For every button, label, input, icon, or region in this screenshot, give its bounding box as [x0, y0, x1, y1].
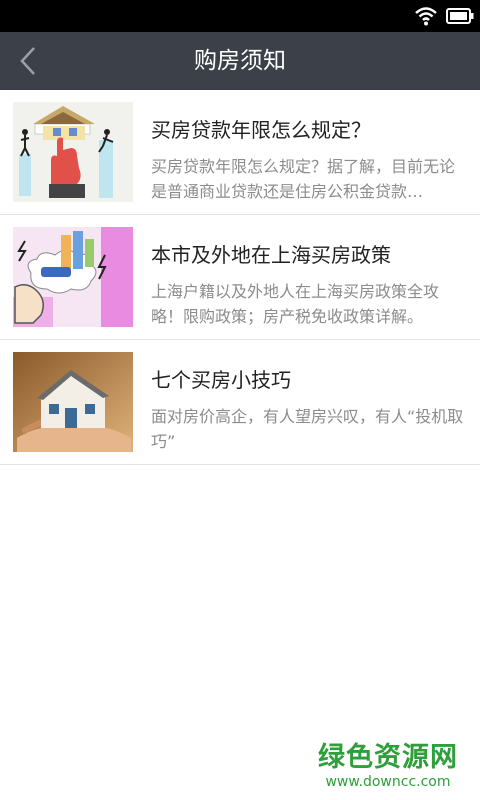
article-item-buying-tips[interactable]: 七个买房小技巧 面对房价高企，有人望房兴叹，有人“投机取巧” [0, 340, 480, 465]
article-title: 七个买房小技巧 [151, 368, 291, 392]
article-list: 买房贷款年限怎么规定？ 买房贷款年限怎么规定？据了解，目前无论是普通商业贷款还是… [0, 90, 480, 465]
watermark: 绿色资源网 www.downcc.com [318, 735, 458, 790]
article-description: 上海户籍以及外地人在上海买房政策全攻略！限购政策；房产税免收政策详解。 [151, 282, 440, 326]
article-title: 本市及外地在上海买房政策 [151, 243, 391, 267]
property-policy-image [13, 227, 133, 327]
page-title: 购房须知 [194, 48, 286, 74]
house-in-hands-image [13, 352, 133, 452]
article-description: 面对房价高企，有人望房兴叹，有人“投机取巧” [151, 407, 464, 451]
status-bar [0, 0, 480, 32]
watermark-url: www.downcc.com [325, 774, 451, 790]
article-item-shanghai-policy[interactable]: 本市及外地在上海买房政策 上海户籍以及外地人在上海买房政策全攻略！限购政策；房产… [0, 215, 480, 340]
article-item-loan-years[interactable]: 买房贷款年限怎么规定？ 买房贷款年限怎么规定？据了解，目前无论是普通商业贷款还是… [0, 90, 480, 215]
watermark-title: 绿色资源网 [318, 742, 458, 773]
title-bar: 购房须知 [0, 32, 480, 90]
battery-icon [446, 8, 474, 24]
wifi-icon [415, 7, 437, 26]
article-title: 买房贷款年限怎么规定？ [151, 118, 371, 142]
house-loan-image [13, 102, 133, 202]
article-description: 买房贷款年限怎么规定？据了解，目前无论是普通商业贷款还是住房公积金贷款… [151, 157, 456, 201]
